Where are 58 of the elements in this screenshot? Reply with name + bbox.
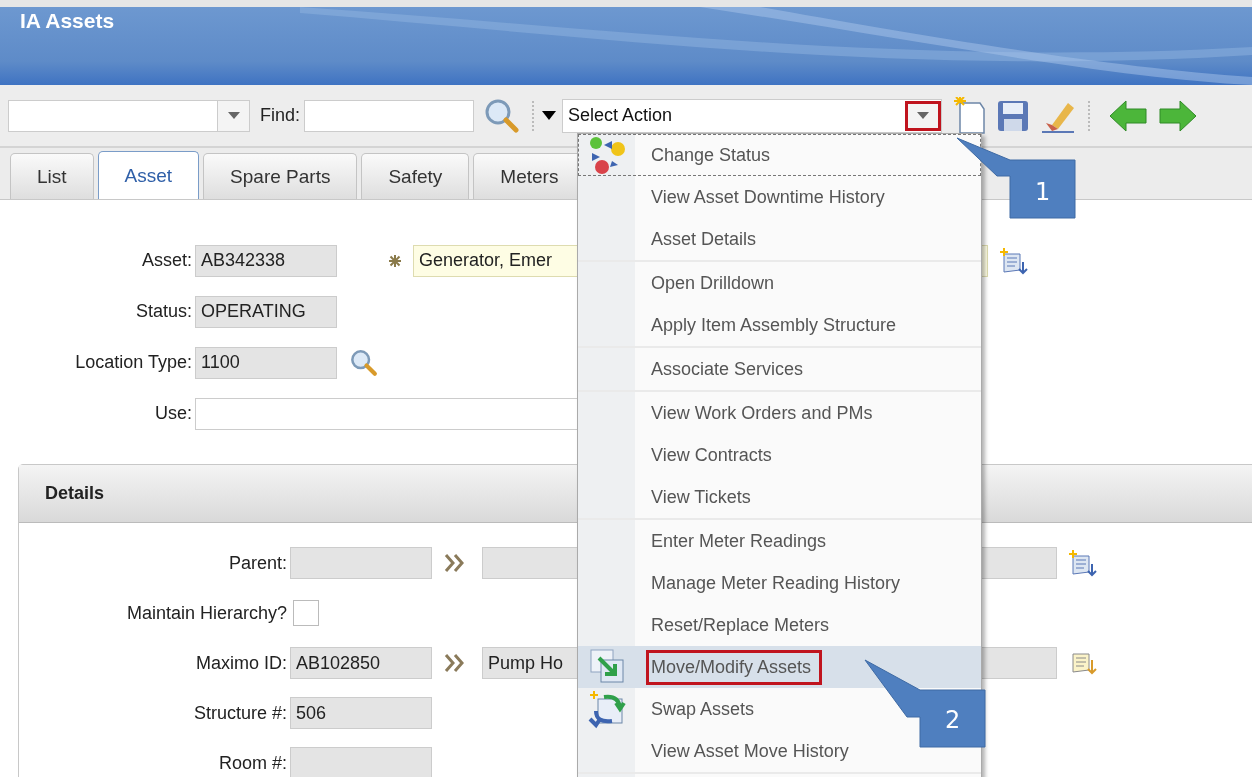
field-label: Maximo ID: bbox=[195, 652, 287, 674]
menu-item[interactable]: Reset/Replace Meters bbox=[646, 607, 841, 643]
tab[interactable]: Asset bbox=[97, 151, 200, 199]
menu-item[interactable]: Associate Services bbox=[646, 351, 815, 387]
field-label: Room #: bbox=[217, 752, 287, 774]
search-icon[interactable] bbox=[349, 347, 379, 378]
chevron-icon[interactable] bbox=[444, 554, 466, 572]
callout: 2 bbox=[863, 658, 987, 750]
forward-arrow-icon[interactable] bbox=[1158, 98, 1199, 133]
menu-item[interactable]: Apply Item Assembly Structure bbox=[646, 307, 908, 343]
find-field[interactable] bbox=[304, 99, 475, 132]
find-label: Find: bbox=[260, 105, 301, 126]
swap-icon bbox=[587, 689, 628, 729]
section-title: Details bbox=[45, 483, 105, 504]
menu-item[interactable]: View Contracts bbox=[646, 437, 783, 473]
asset-field[interactable]: AB342338 bbox=[195, 244, 337, 277]
menu-item[interactable]: Move/Modify Assets bbox=[646, 649, 823, 685]
save-icon[interactable] bbox=[996, 98, 1031, 133]
menu-item[interactable]: Manage Meter Reading History bbox=[646, 565, 912, 601]
checkbox[interactable] bbox=[293, 600, 319, 626]
status-balls-icon bbox=[587, 135, 628, 175]
field-label: Parent: bbox=[227, 552, 287, 574]
dropdown-button[interactable] bbox=[905, 100, 942, 131]
tab[interactable]: Safety bbox=[361, 153, 470, 199]
search-icon[interactable] bbox=[484, 97, 521, 134]
structure-field[interactable]: 506 bbox=[290, 697, 432, 729]
menu-item[interactable]: Asset Details bbox=[646, 221, 768, 257]
field-label: Use: bbox=[154, 403, 192, 424]
chevron-icon[interactable] bbox=[444, 654, 466, 672]
detail-menu-icon[interactable] bbox=[998, 245, 1028, 276]
select-action-field[interactable]: Select Action bbox=[562, 98, 943, 133]
menu-item[interactable]: View Asset Downtime History bbox=[646, 179, 896, 215]
menu-item[interactable]: Swap Assets bbox=[646, 691, 766, 727]
menu-item[interactable]: Enter Meter Readings bbox=[646, 523, 838, 559]
field-label: Status: bbox=[134, 301, 192, 322]
field-label: Maintain Hierarchy? bbox=[125, 602, 287, 624]
new-document-icon[interactable] bbox=[952, 96, 987, 135]
room-field[interactable] bbox=[290, 747, 432, 777]
maximo-id-field[interactable]: AB102850 bbox=[290, 647, 432, 679]
app-title: IA Assets bbox=[20, 9, 115, 33]
parent-field[interactable] bbox=[290, 547, 432, 579]
menu-item[interactable]: Change Status bbox=[646, 137, 782, 173]
menu-item[interactable]: View Asset Move History bbox=[646, 733, 860, 769]
caret-icon[interactable] bbox=[542, 110, 557, 121]
location-type-field[interactable]: 1100 bbox=[195, 346, 337, 379]
menu-item[interactable]: Open Drilldown bbox=[646, 265, 786, 301]
tab[interactable]: List bbox=[10, 153, 94, 199]
detail-menu-icon[interactable] bbox=[1067, 548, 1097, 578]
back-arrow-icon[interactable] bbox=[1108, 98, 1149, 133]
status-field[interactable]: OPERATING bbox=[195, 295, 337, 328]
required-icon bbox=[389, 254, 401, 267]
menu-item[interactable]: View Tickets bbox=[646, 479, 762, 515]
field-label: Structure #: bbox=[192, 702, 287, 724]
tab[interactable]: Spare Parts bbox=[203, 153, 358, 199]
field-label: Location Type: bbox=[74, 352, 192, 373]
menu-item[interactable]: View Work Orders and PMs bbox=[646, 395, 884, 431]
field-label: Asset: bbox=[140, 250, 192, 271]
query-combo-field[interactable] bbox=[8, 99, 250, 132]
